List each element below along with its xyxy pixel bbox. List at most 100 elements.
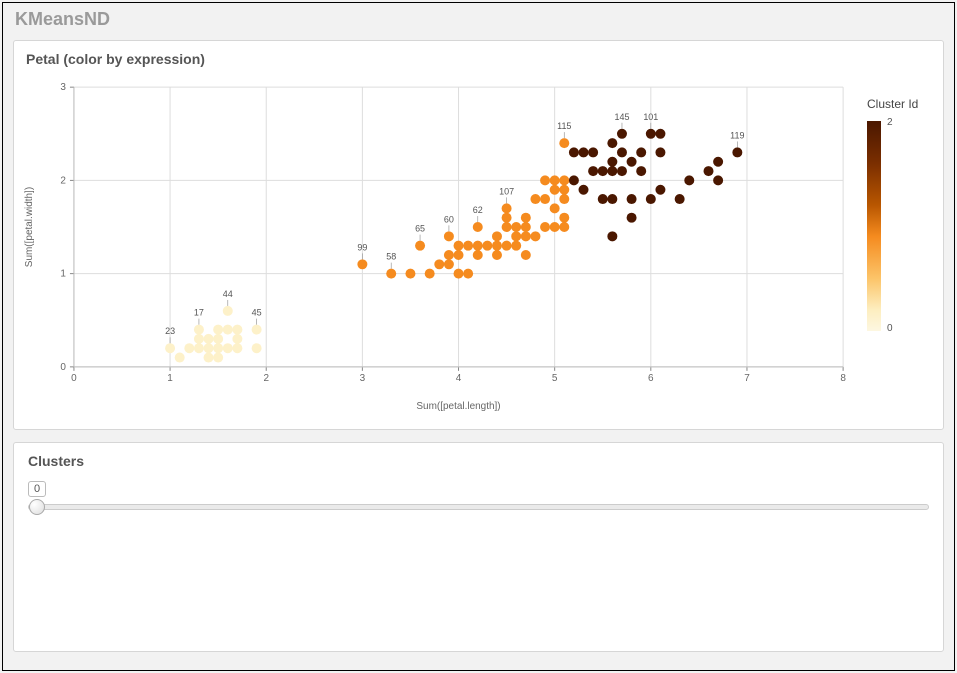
data-point[interactable] [550,222,560,232]
data-point[interactable] [684,175,694,185]
data-point[interactable] [569,147,579,157]
data-point[interactable] [530,231,540,241]
data-point[interactable] [713,157,723,167]
data-point[interactable] [607,138,617,148]
data-point[interactable] [521,231,531,241]
data-point[interactable] [386,269,396,279]
data-point[interactable] [252,343,262,353]
data-point[interactable] [530,194,540,204]
data-point[interactable] [607,231,617,241]
data-point[interactable] [213,343,223,353]
data-point[interactable] [502,213,512,223]
data-point[interactable] [232,334,242,344]
data-point[interactable] [444,259,454,269]
data-point[interactable] [194,325,204,335]
data-point[interactable] [607,157,617,167]
data-point[interactable] [502,203,512,213]
data-point[interactable] [492,241,502,251]
data-point[interactable] [521,213,531,223]
data-point[interactable] [473,250,483,260]
data-point[interactable] [655,185,665,195]
data-point[interactable] [655,129,665,139]
data-point[interactable] [454,241,464,251]
data-point[interactable] [454,250,464,260]
data-point[interactable] [636,147,646,157]
data-point[interactable] [559,175,569,185]
data-point[interactable] [194,334,204,344]
data-point[interactable] [550,185,560,195]
data-point[interactable] [463,241,473,251]
data-point[interactable] [579,147,589,157]
data-point[interactable] [617,129,627,139]
data-point[interactable] [165,343,175,353]
data-point[interactable] [194,343,204,353]
data-point[interactable] [213,325,223,335]
data-point[interactable] [232,343,242,353]
data-point[interactable] [540,175,550,185]
data-point[interactable] [559,185,569,195]
data-point[interactable] [357,259,367,269]
data-point[interactable] [444,250,454,260]
data-point[interactable] [454,269,464,279]
data-point[interactable] [232,325,242,335]
data-point[interactable] [492,250,502,260]
data-point[interactable] [607,166,617,176]
data-point[interactable] [502,241,512,251]
data-point[interactable] [598,194,608,204]
data-point[interactable] [405,269,415,279]
data-point[interactable] [607,194,617,204]
clusters-slider[interactable] [28,502,929,512]
data-point[interactable] [559,213,569,223]
data-point[interactable] [588,166,598,176]
data-point[interactable] [627,157,637,167]
data-point[interactable] [569,175,579,185]
data-point[interactable] [204,343,214,353]
data-point[interactable] [444,231,454,241]
data-point[interactable] [521,222,531,232]
data-point[interactable] [636,166,646,176]
data-point[interactable] [502,222,512,232]
data-point[interactable] [550,203,560,213]
data-point[interactable] [713,175,723,185]
data-point[interactable] [732,147,742,157]
chart-body[interactable]: 0123456780123Sum([petal.length])Sum([pet… [14,67,943,417]
data-point[interactable] [463,269,473,279]
data-point[interactable] [482,241,492,251]
data-point[interactable] [655,147,665,157]
data-point[interactable] [473,222,483,232]
data-point[interactable] [184,343,194,353]
data-point[interactable] [559,222,569,232]
data-point[interactable] [627,194,637,204]
data-point[interactable] [223,325,233,335]
data-point[interactable] [434,259,444,269]
data-point[interactable] [559,194,569,204]
data-point[interactable] [550,175,560,185]
data-point[interactable] [617,147,627,157]
data-point[interactable] [588,147,598,157]
data-point[interactable] [175,353,185,363]
data-point[interactable] [223,306,233,316]
data-point[interactable] [511,231,521,241]
data-point[interactable] [252,325,262,335]
data-point[interactable] [627,213,637,223]
data-point[interactable] [425,269,435,279]
data-point[interactable] [579,185,589,195]
data-point[interactable] [492,231,502,241]
data-point[interactable] [213,353,223,363]
data-point[interactable] [223,343,233,353]
data-point[interactable] [511,241,521,251]
data-point[interactable] [213,334,223,344]
data-point[interactable] [204,334,214,344]
data-point[interactable] [204,353,214,363]
data-point[interactable] [646,194,656,204]
data-point[interactable] [540,222,550,232]
data-point[interactable] [598,166,608,176]
data-point[interactable] [617,166,627,176]
data-point[interactable] [646,129,656,139]
data-point[interactable] [521,250,531,260]
data-point[interactable] [473,241,483,251]
data-point[interactable] [415,241,425,251]
data-point[interactable] [559,138,569,148]
data-point[interactable] [704,166,714,176]
data-point[interactable] [511,222,521,232]
